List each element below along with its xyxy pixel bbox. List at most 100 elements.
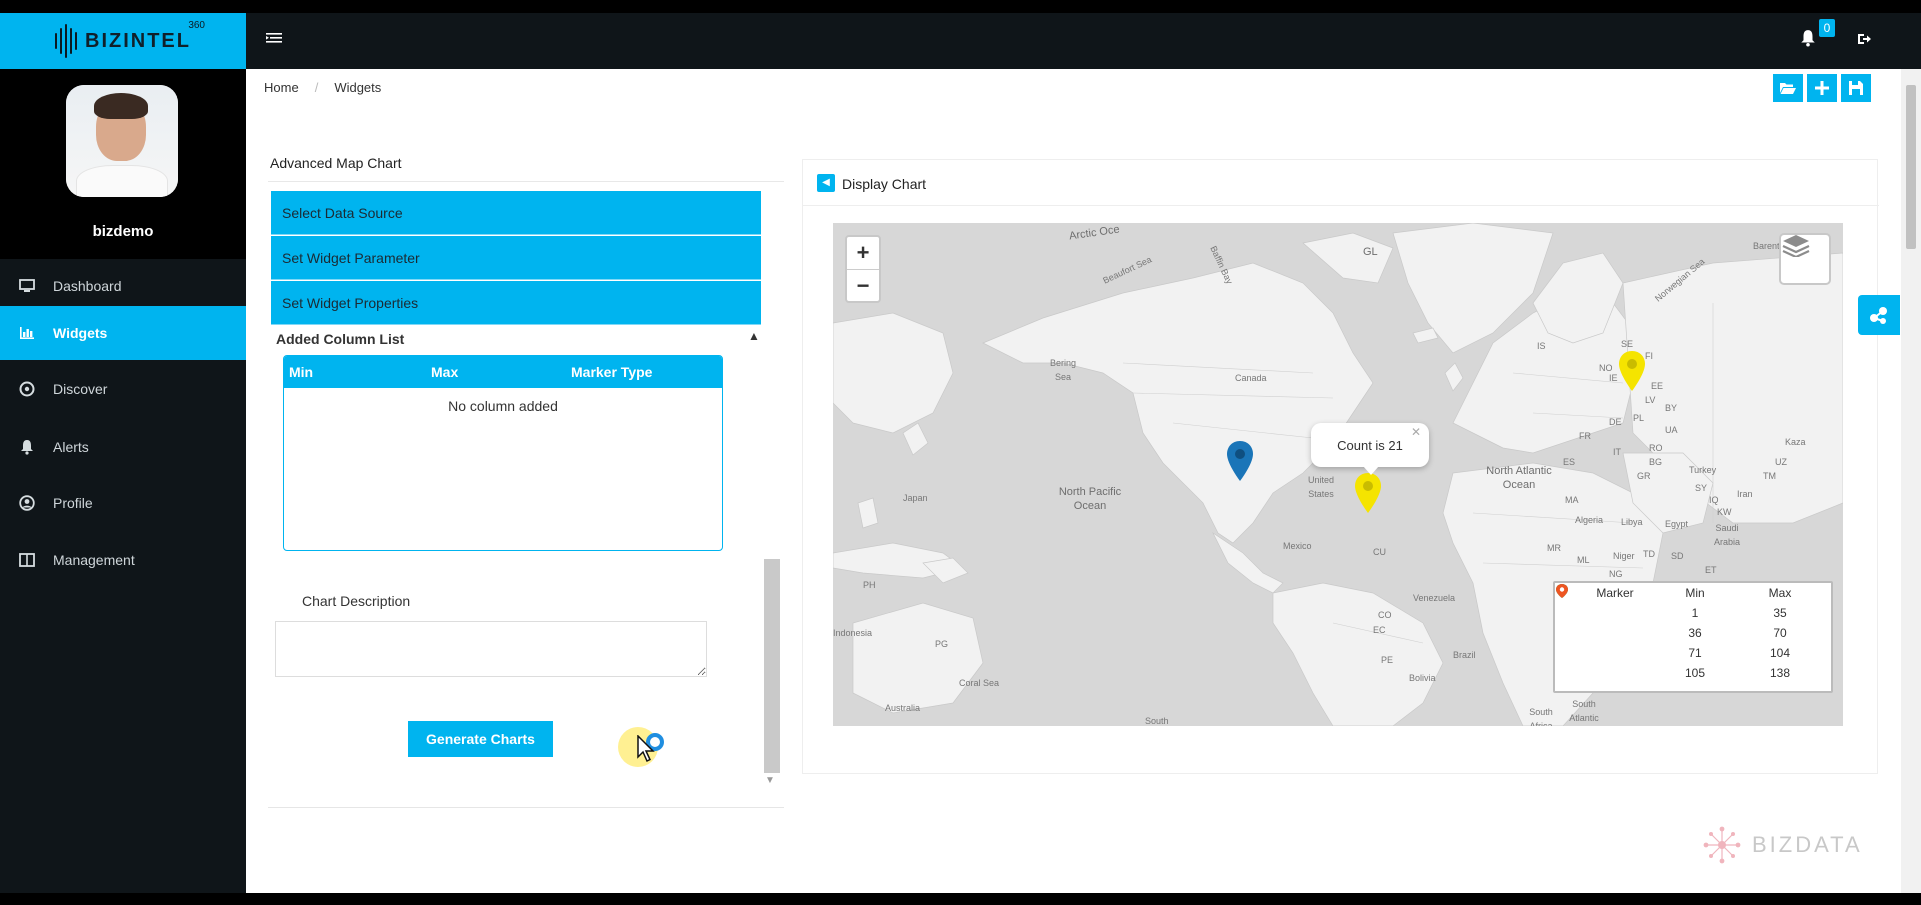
notification-count-badge: 0 [1819, 19, 1835, 37]
map-label: Venezuela [1413, 593, 1456, 603]
monitor-icon [18, 277, 36, 295]
legend-header-marker: Marker [1596, 586, 1634, 600]
avatar[interactable] [66, 85, 178, 197]
map-label: Japan [903, 493, 928, 503]
page-scrollbar[interactable] [1901, 69, 1921, 893]
bizdata-watermark: BIZDATA [1700, 823, 1863, 867]
map-label: Kaza [1785, 437, 1806, 447]
divider [268, 181, 784, 182]
column-header-marker-type: Marker Type [571, 364, 653, 380]
logout-icon[interactable] [1856, 31, 1876, 51]
map-marker-yellow[interactable] [1617, 349, 1647, 393]
settings-float-button[interactable] [1858, 295, 1900, 335]
close-icon[interactable]: ✕ [1411, 425, 1421, 439]
zoom-in-button[interactable]: + [847, 237, 879, 269]
map-label: Canada [1235, 373, 1267, 383]
accordion-select-data-source[interactable]: Select Data Source [271, 191, 761, 235]
map-label: Egypt [1665, 519, 1689, 529]
map-label: South [1145, 716, 1169, 726]
map-label: DE [1609, 417, 1622, 427]
map-label: LV [1645, 395, 1656, 405]
map-label: IT [1613, 447, 1621, 457]
legend-max: 35 [1773, 606, 1787, 620]
share-nodes-icon [1870, 307, 1887, 324]
column-header-min: Min [289, 364, 314, 380]
added-column-list-title: Added Column List [276, 331, 405, 347]
breadcrumb-home[interactable]: Home [264, 80, 299, 95]
breadcrumb-separator: / [314, 80, 319, 95]
sidebar-item-label: Dashboard [53, 278, 122, 294]
open-folder-button[interactable] [1772, 73, 1804, 103]
map-marker-blue[interactable] [1225, 439, 1255, 483]
layers-icon [1782, 235, 1810, 257]
map-label: MA [1565, 495, 1579, 505]
breadcrumb: Home / Widgets [264, 80, 381, 95]
breadcrumb-current: Widgets [334, 80, 382, 95]
map-label: KW [1717, 507, 1732, 517]
legend-min: 1 [1691, 606, 1699, 620]
map-label: Bolivia [1409, 673, 1436, 683]
map-label: CO [1378, 610, 1392, 620]
map-label: Algeria [1575, 515, 1604, 525]
chart-description-label: Chart Description [302, 593, 411, 609]
zoom-out-button[interactable]: − [847, 269, 879, 301]
column-header-max: Max [431, 364, 459, 380]
map-label: Brazil [1453, 650, 1476, 660]
column-list-table: Min Max Marker Type No column added [283, 355, 723, 551]
sidebar-item-widgets[interactable]: Widgets [0, 306, 246, 360]
save-button[interactable] [1840, 73, 1872, 103]
map-label: ET [1705, 565, 1717, 575]
profile-card: bizdemo [0, 69, 246, 259]
map-label: EE [1651, 381, 1664, 391]
collapse-arrow-icon[interactable]: ▲ [748, 329, 760, 343]
app-window: BIZINTEL 360 bizdemo Dashboard Widgets D… [0, 13, 1921, 893]
map-label: EC [1373, 625, 1386, 635]
map-label: BY [1665, 403, 1678, 413]
legend-max: 104 [1769, 646, 1791, 660]
folder-open-icon [1780, 83, 1796, 94]
sidebar-item-label: Alerts [53, 439, 89, 455]
sidebar-item-dashboard[interactable]: Dashboard [0, 259, 246, 313]
scrollbar-thumb[interactable] [1906, 85, 1916, 249]
columns-icon [18, 551, 36, 569]
legend-min: 105 [1684, 666, 1706, 680]
map-label: FR [1579, 431, 1591, 441]
map-label: Saudi Arabia [1713, 523, 1740, 547]
map-label: Iran [1737, 489, 1753, 499]
save-icon [1849, 81, 1863, 95]
map-label: United States [1307, 475, 1334, 499]
chart-description-input[interactable] [275, 621, 707, 677]
map-chart[interactable]: Arctic Oce Beaufort Sea Baffin Bay GL Be… [833, 223, 1843, 726]
sidebar-item-discover[interactable]: Discover [0, 362, 246, 416]
collapse-left-icon[interactable]: ◀ [817, 174, 835, 192]
logo[interactable]: BIZINTEL 360 [0, 13, 246, 69]
layers-button[interactable] [1779, 233, 1831, 285]
panel-title: Display Chart [842, 176, 927, 192]
generate-charts-button[interactable]: Generate Charts [408, 721, 553, 757]
accordion-set-widget-parameter[interactable]: Set Widget Parameter [271, 236, 761, 280]
scroll-down-arrow-icon[interactable]: ▼ [765, 775, 775, 786]
legend-row: 71 104 [1555, 584, 1831, 663]
add-widget-button[interactable] [1806, 73, 1838, 103]
sidebar-item-label: Profile [53, 495, 93, 511]
logo-superscript: 360 [188, 19, 205, 31]
map-label: Turkey [1689, 465, 1717, 475]
accordion-set-widget-properties[interactable]: Set Widget Properties [271, 281, 761, 325]
bizdata-logo-icon [1703, 826, 1741, 864]
map-label: RO [1649, 443, 1663, 453]
menu-toggle-icon[interactable] [266, 31, 286, 51]
notification-bell-icon[interactable] [1800, 29, 1820, 53]
table-header: Min Max Marker Type [284, 356, 722, 388]
panel-scrollbar[interactable] [764, 559, 780, 773]
map-label: TM [1763, 471, 1776, 481]
sidebar-item-label: Discover [53, 381, 108, 397]
sidebar-item-alerts[interactable]: Alerts [0, 420, 246, 474]
map-marker-yellow[interactable] [1353, 471, 1383, 515]
top-navbar: 0 [246, 13, 1921, 69]
sidebar-item-profile[interactable]: Profile [0, 476, 246, 530]
map-label: ML [1577, 555, 1590, 565]
sidebar-item-management[interactable]: Management [0, 533, 246, 587]
legend-header: Marker Min Max [1555, 583, 1831, 603]
logo-text: BIZINTEL 360 [85, 19, 205, 52]
map-label: PL [1633, 413, 1645, 423]
